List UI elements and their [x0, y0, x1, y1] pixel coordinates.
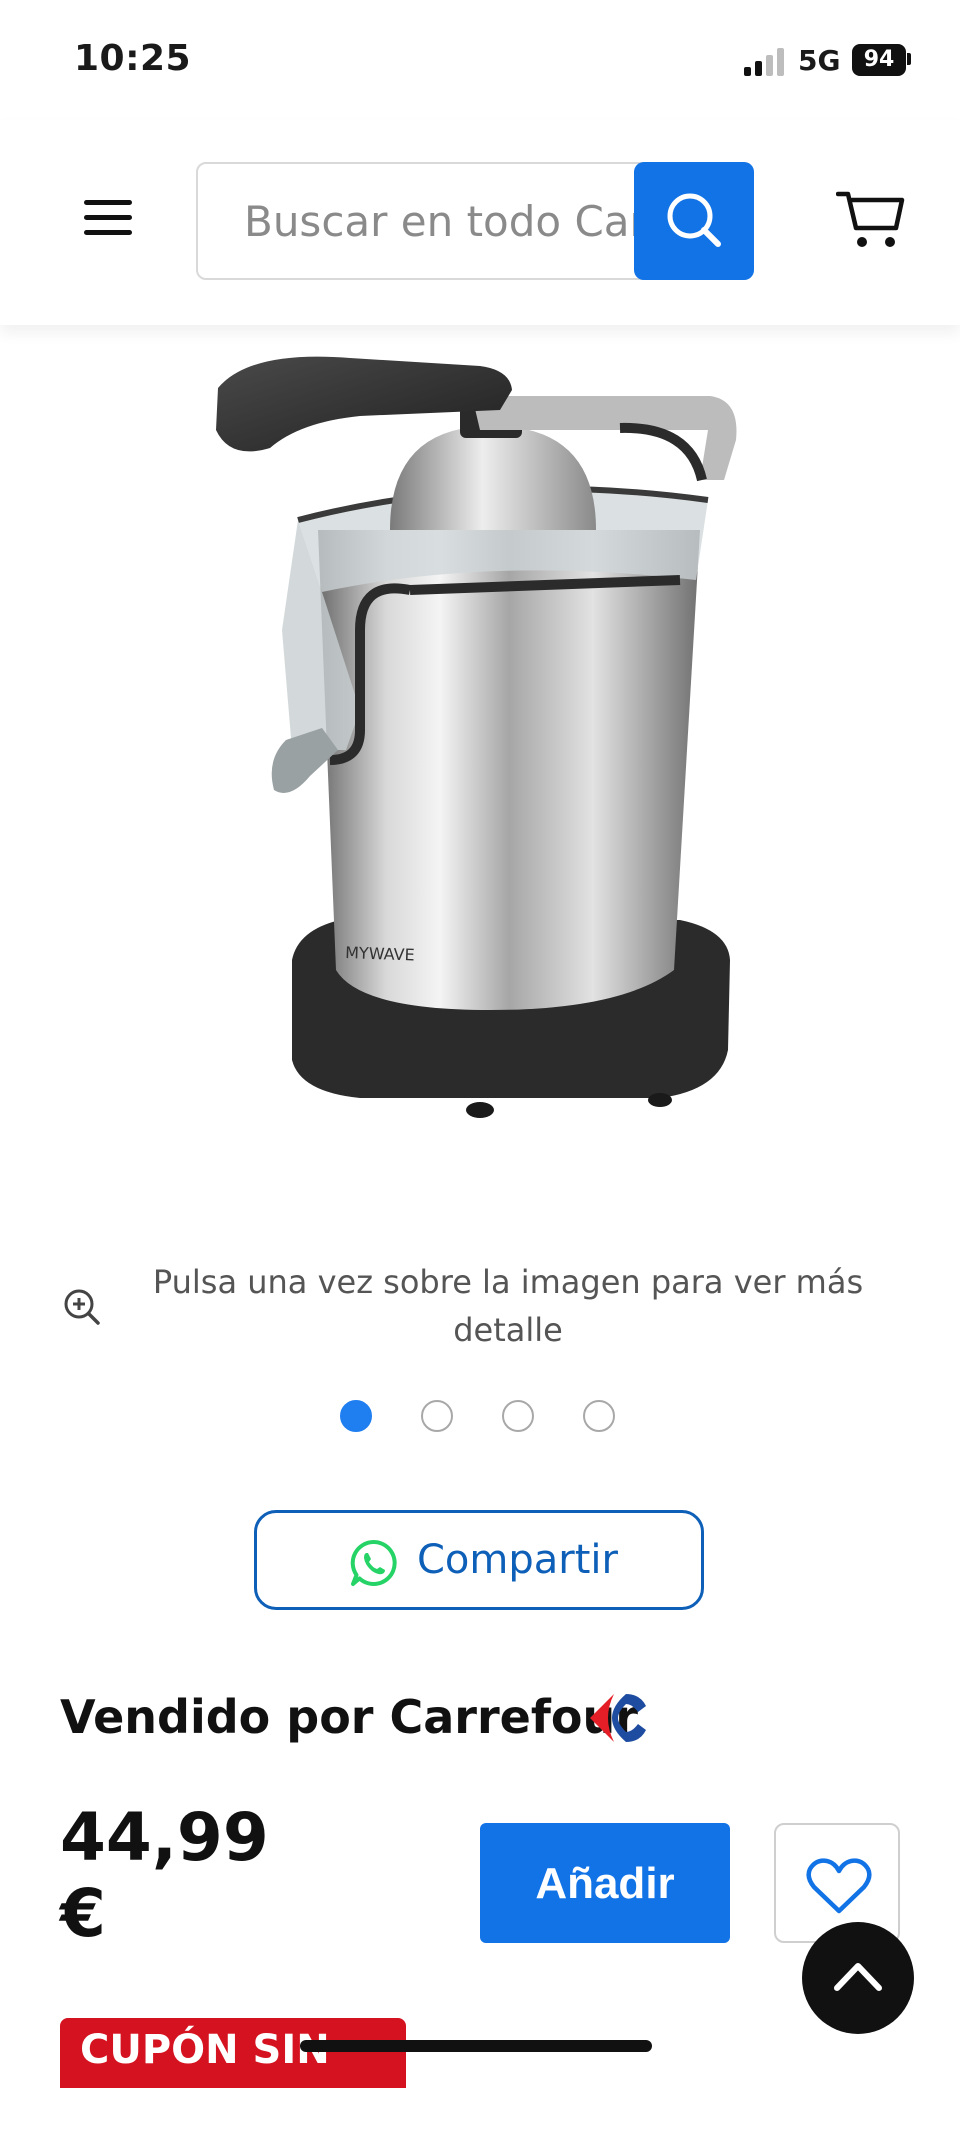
network-type: 5G: [798, 44, 841, 77]
carousel-dot-1[interactable]: [340, 1400, 372, 1432]
scroll-to-top-button[interactable]: [802, 1922, 914, 2034]
zoom-icon: [64, 1289, 100, 1325]
search-button[interactable]: [634, 162, 754, 280]
signal-icon: [744, 48, 786, 76]
carrefour-logo: [590, 1694, 646, 1742]
cart-button[interactable]: [835, 186, 906, 252]
status-time: 10:25: [74, 38, 192, 79]
search-icon: [667, 193, 721, 247]
price-value: 44,99: [60, 1799, 269, 1876]
battery-icon: 94: [852, 44, 906, 76]
product-image[interactable]: MYWAVE: [60, 330, 900, 1130]
seller-label: Vendido por Carrefour: [60, 1690, 638, 1744]
price: 44,99 €: [60, 1800, 280, 1952]
search-input[interactable]: [244, 164, 644, 278]
add-to-cart-button[interactable]: Añadir: [480, 1823, 730, 1943]
carousel-dot-4[interactable]: [583, 1400, 615, 1432]
cart-icon: [835, 191, 905, 247]
share-button[interactable]: Compartir: [254, 1510, 704, 1610]
product-brand-text: MYWAVE: [345, 943, 415, 964]
heart-icon: [806, 1858, 872, 1914]
whatsapp-icon: [350, 1539, 397, 1586]
status-bar: 10:25 5G 94: [0, 0, 960, 120]
share-label: Compartir: [417, 1537, 618, 1583]
carousel-dot-2[interactable]: [421, 1400, 453, 1432]
chevron-up-icon: [834, 1963, 882, 1991]
battery-tip: [907, 53, 911, 65]
price-currency: €: [60, 1875, 106, 1952]
zoom-hint-text: Pulsa una vez sobre la imagen para ver m…: [152, 1263, 864, 1349]
coupon-badge: CUPÓN SIN IVA: [60, 2018, 406, 2137]
carousel-dot-3[interactable]: [502, 1400, 534, 1432]
home-indicator: [300, 2040, 652, 2052]
hamburger-icon[interactable]: [84, 200, 132, 236]
